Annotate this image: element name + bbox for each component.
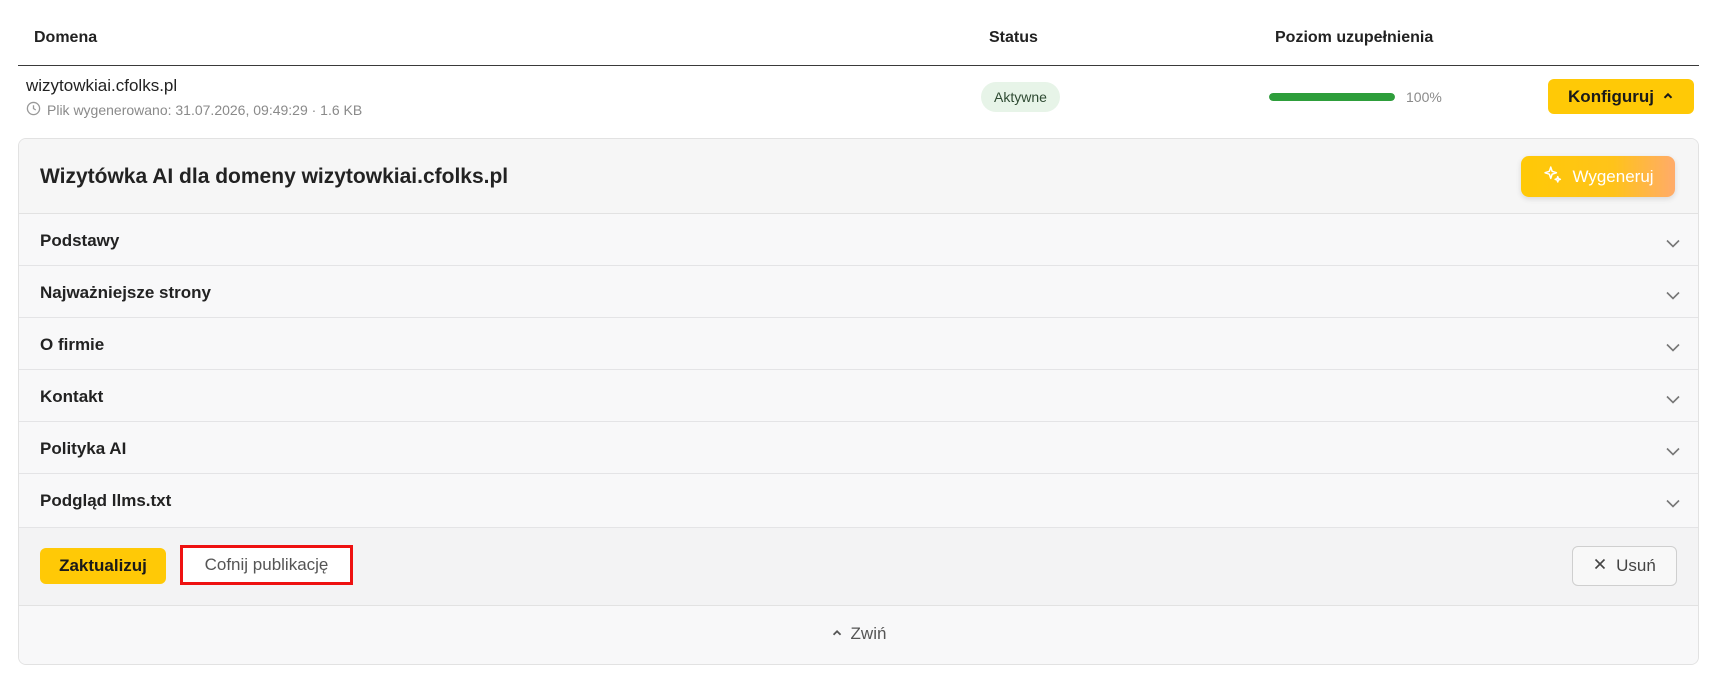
column-header-domain: Domena [34,29,98,46]
configure-button[interactable]: Konfiguruj [1548,79,1694,114]
chevron-down-icon [1666,447,1680,456]
accordion-label: O firmie [40,335,105,354]
close-icon [1593,556,1607,576]
sparkle-icon [1542,164,1563,190]
accordion-key-pages[interactable]: Najważniejsze strony [19,266,1698,318]
completion-percent: 100% [1406,89,1442,105]
chevron-up-icon [831,624,843,644]
generated-meta: Plik wygenerowano: 31.07.2026, 09:49:29 … [26,101,362,119]
accordion-basics[interactable]: Podstawy [19,214,1698,266]
table-header: Domena Status Poziom uzupełnienia [18,0,1699,66]
update-button[interactable]: Zaktualizuj [40,548,166,584]
domain-config-panel: Wizytówka AI dla domeny wizytowkiai.cfol… [18,138,1699,665]
clock-icon [26,101,41,119]
configure-button-label: Konfiguruj [1568,86,1654,106]
accordion-label: Polityka AI [40,439,127,458]
chevron-up-icon [1662,87,1674,107]
column-header-status: Status [989,29,1038,46]
accordion-label: Najważniejsze strony [40,283,212,302]
status-badge: Aktywne [981,82,1060,112]
accordion-llms-preview[interactable]: Podgląd llms.txt [19,474,1698,528]
panel-footer: Zwiń [19,606,1698,664]
panel-actions: Zaktualizuj Cofnij publikację Usuń [19,528,1698,606]
chevron-down-icon [1666,239,1680,248]
collapse-button-label: Zwiń [850,624,887,643]
collapse-button[interactable]: Zwiń [831,624,887,644]
accordion-about-company[interactable]: O firmie [19,318,1698,370]
accordion-label: Podstawy [40,231,120,250]
chevron-down-icon [1666,395,1680,404]
generated-meta-text: Plik wygenerowano: 31.07.2026, 09:49:29 … [47,102,363,118]
panel-header: Wizytówka AI dla domeny wizytowkiai.cfol… [19,139,1698,214]
accordion-ai-policy[interactable]: Polityka AI [19,422,1698,474]
completion-progress-fill [1269,93,1395,101]
chevron-down-icon [1666,291,1680,300]
accordion-label: Podgląd llms.txt [40,491,172,510]
generate-button[interactable]: Wygeneruj [1521,156,1675,197]
unpublish-button[interactable]: Cofnij publikację [180,545,353,585]
delete-button[interactable]: Usuń [1572,546,1677,586]
domain-name: wizytowkiai.cfolks.pl [26,76,178,95]
panel-title: Wizytówka AI dla domeny wizytowkiai.cfol… [40,165,509,188]
chevron-down-icon [1666,343,1680,352]
table-row: wizytowkiai.cfolks.pl Plik wygenerowano:… [18,66,1699,138]
chevron-down-icon [1666,499,1680,508]
completion-progress-bar [1269,93,1395,101]
accordion-label: Kontakt [40,387,104,406]
accordion-contact[interactable]: Kontakt [19,370,1698,422]
column-header-level: Poziom uzupełnienia [1275,29,1434,46]
delete-button-label: Usuń [1616,556,1656,575]
generate-button-label: Wygeneruj [1572,166,1654,186]
